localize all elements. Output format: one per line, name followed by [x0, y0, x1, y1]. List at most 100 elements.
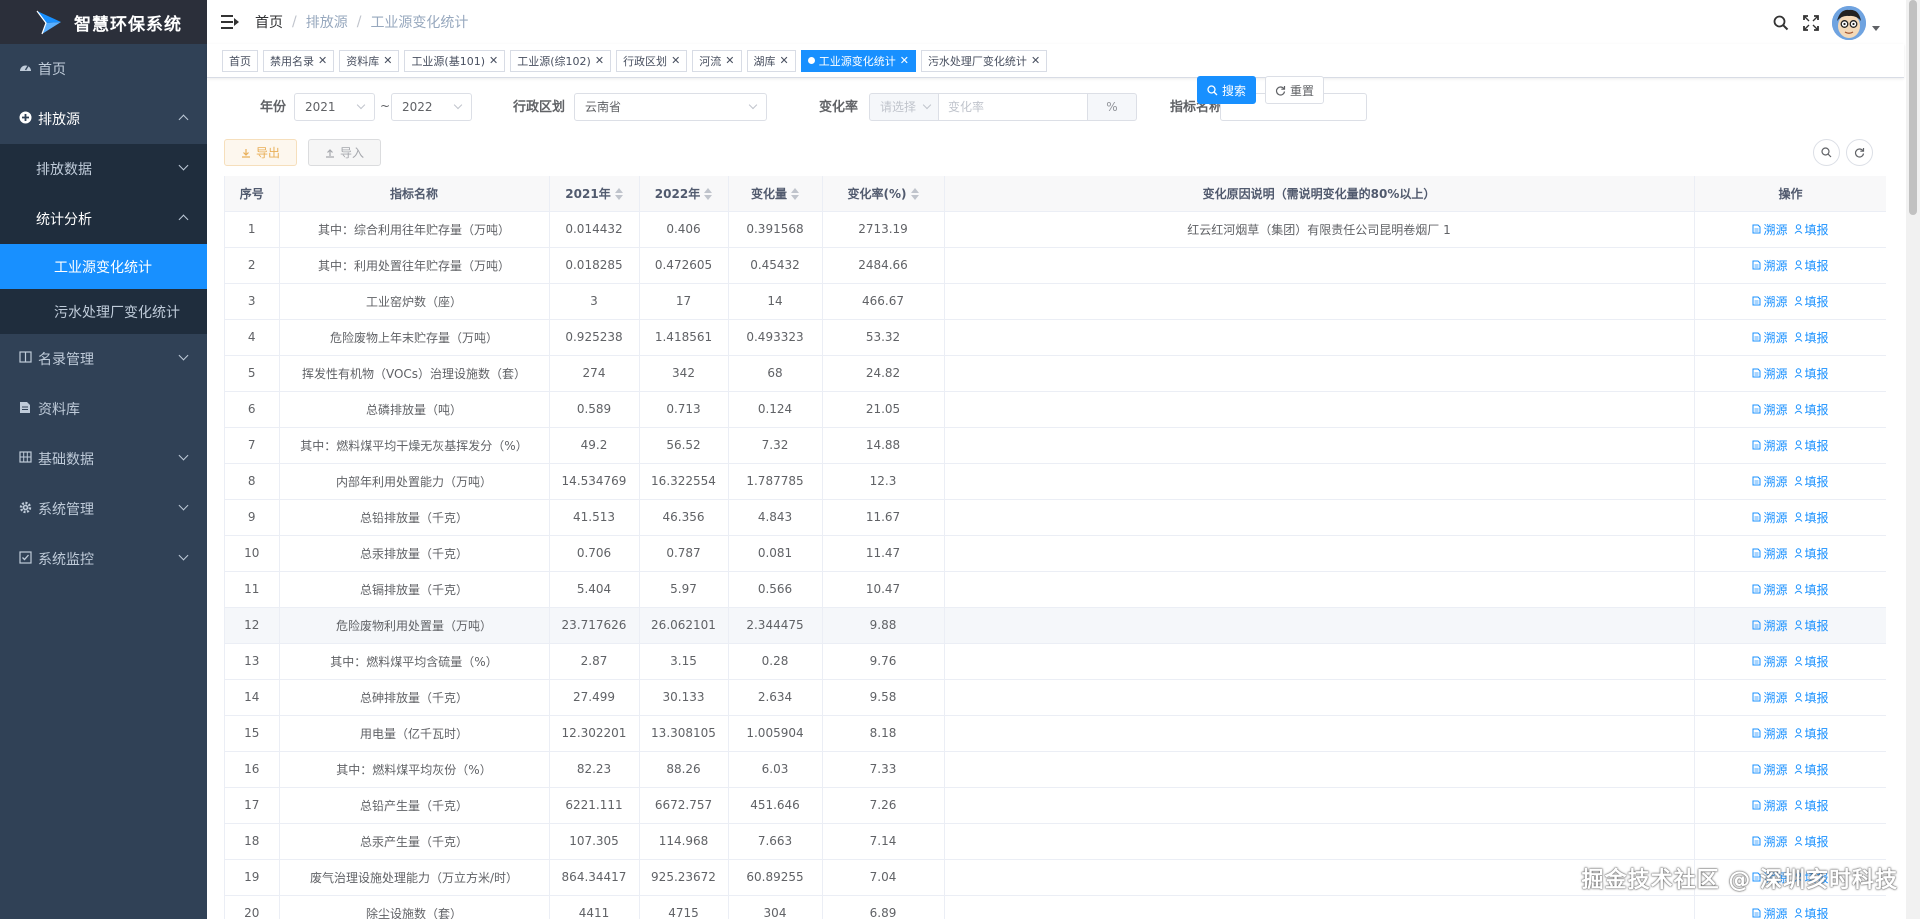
tag-disabled-directory[interactable]: 禁用名录 ✕	[263, 49, 335, 72]
trace-link[interactable]: 溯源	[1752, 691, 1788, 705]
avatar[interactable]	[1832, 6, 1866, 40]
fill-link[interactable]: 填报	[1794, 223, 1829, 237]
sidebar-item-emission-source[interactable]: 排放源	[0, 94, 207, 144]
tag-sewage-change[interactable]: 污水处理厂变化统计 ✕	[920, 49, 1048, 72]
trace-link[interactable]: 溯源	[1752, 799, 1788, 813]
fill-link[interactable]: 填报	[1794, 547, 1829, 561]
caret-down-icon[interactable]	[1872, 25, 1880, 31]
fill-link[interactable]: 填报	[1794, 439, 1829, 453]
trace-link[interactable]: 溯源	[1752, 439, 1788, 453]
reset-button-label: 重置	[1289, 83, 1314, 98]
column-header-2021[interactable]: 2021年	[549, 176, 640, 212]
close-icon[interactable]: ✕	[318, 54, 327, 67]
sidebar-item-home[interactable]: 首页	[0, 44, 207, 94]
trace-link[interactable]: 溯源	[1752, 835, 1788, 849]
search-button[interactable]: 搜索	[1197, 76, 1256, 104]
close-icon[interactable]: ✕	[780, 54, 789, 67]
toggle-search-button[interactable]	[1813, 139, 1840, 166]
sidebar-item-system-monitor[interactable]: 系统监控	[0, 534, 207, 584]
tag-library[interactable]: 资料库 ✕	[339, 49, 400, 72]
tag-industrial-101[interactable]: 工业源(基101) ✕	[404, 49, 506, 72]
tag-home[interactable]: 首页	[222, 49, 258, 72]
sort-icon[interactable]	[910, 188, 919, 201]
sidebar-item-system-admin[interactable]: 系统管理	[0, 484, 207, 534]
sidebar-item-sewage-change[interactable]: 污水处理厂变化统计	[0, 289, 207, 334]
tag-industrial-change[interactable]: 工业源变化统计 ✕	[800, 49, 916, 72]
sort-icon[interactable]	[704, 188, 713, 201]
fill-link[interactable]: 填报	[1794, 907, 1829, 919]
trace-link[interactable]: 溯源	[1752, 331, 1788, 345]
fill-link[interactable]: 填报	[1794, 583, 1829, 597]
region-select[interactable]: 云南省	[574, 93, 767, 121]
trace-link[interactable]: 溯源	[1752, 511, 1788, 525]
export-button[interactable]: 导出	[224, 139, 297, 166]
fill-link[interactable]: 填报	[1794, 763, 1829, 777]
year-to-select[interactable]: 2022	[391, 93, 472, 121]
trace-link[interactable]: 溯源	[1752, 583, 1788, 597]
breadcrumb-item-home[interactable]: 首页	[255, 12, 283, 32]
fill-link[interactable]: 填报	[1794, 259, 1829, 273]
close-icon[interactable]: ✕	[595, 54, 604, 67]
close-icon[interactable]: ✕	[725, 54, 734, 67]
fill-link[interactable]: 填报	[1794, 331, 1829, 345]
trace-link[interactable]: 溯源	[1752, 367, 1788, 381]
search-icon[interactable]	[1770, 12, 1792, 34]
trace-link[interactable]: 溯源	[1752, 907, 1788, 919]
refresh-button[interactable]	[1846, 139, 1873, 166]
sort-icon[interactable]	[614, 188, 623, 201]
sidebar-item-statistics[interactable]: 统计分析	[0, 194, 207, 244]
close-icon[interactable]: ✕	[383, 54, 392, 67]
tag-industrial-102[interactable]: 工业源(综102) ✕	[510, 49, 612, 72]
column-header-2022[interactable]: 2022年	[639, 176, 729, 212]
reset-button[interactable]: 重置	[1265, 76, 1324, 104]
trace-link[interactable]: 溯源	[1752, 223, 1788, 237]
fill-link[interactable]: 填报	[1794, 799, 1829, 813]
fill-link[interactable]: 填报	[1794, 655, 1829, 669]
year-from-select[interactable]: 2021	[294, 93, 375, 121]
sidebar-item-base-data[interactable]: 基础数据	[0, 434, 207, 484]
cell-actions: 溯源 填报	[1694, 427, 1886, 464]
fill-link[interactable]: 填报	[1794, 475, 1829, 489]
trace-link[interactable]: 溯源	[1752, 619, 1788, 633]
sidebar-item-industrial-change[interactable]: 工业源变化统计	[0, 244, 207, 289]
column-header-change[interactable]: 变化量	[728, 176, 823, 212]
sidebar-item-directory[interactable]: 名录管理	[0, 334, 207, 384]
fill-link[interactable]: 填报	[1794, 295, 1829, 309]
sort-icon[interactable]	[791, 188, 799, 201]
sidebar-item-library[interactable]: 资料库	[0, 384, 207, 434]
import-button[interactable]: 导入	[308, 139, 381, 166]
trace-link[interactable]: 溯源	[1752, 295, 1788, 309]
fill-link[interactable]: 填报	[1794, 835, 1829, 849]
fill-link[interactable]: 填报	[1794, 727, 1829, 741]
logo[interactable]: 智慧环保系统	[0, 0, 207, 44]
tag-river[interactable]: 河流 ✕	[692, 49, 742, 72]
tag-lake[interactable]: 湖库 ✕	[746, 49, 796, 72]
table-row: 1 其中：综合利用往年贮存量（万吨） 0.014432 0.406 0.391568 27…	[225, 211, 1886, 248]
fill-link[interactable]: 填报	[1794, 367, 1829, 381]
column-header-change-rate[interactable]: 变化率(%)	[822, 176, 945, 212]
scrollbar-thumb[interactable]	[1909, 0, 1917, 215]
trace-link[interactable]: 溯源	[1752, 403, 1788, 417]
fill-link[interactable]: 填报	[1794, 619, 1829, 633]
fill-link[interactable]: 填报	[1794, 691, 1829, 705]
trace-link[interactable]: 溯源	[1752, 259, 1788, 273]
cell-change-rate: 21.05	[822, 391, 945, 428]
close-icon[interactable]: ✕	[900, 54, 909, 67]
close-icon[interactable]: ✕	[489, 54, 498, 67]
tag-admin-division[interactable]: 行政区划 ✕	[616, 49, 688, 72]
hamburger-icon[interactable]	[221, 15, 239, 29]
sidebar-item-emission-data[interactable]: 排放数据	[0, 144, 207, 194]
close-icon[interactable]: ✕	[671, 54, 680, 67]
trace-link[interactable]: 溯源	[1752, 763, 1788, 777]
fill-link[interactable]: 填报	[1794, 403, 1829, 417]
trace-link[interactable]: 溯源	[1752, 655, 1788, 669]
fill-link[interactable]: 填报	[1794, 511, 1829, 525]
rate-input[interactable]: 变化率	[938, 93, 1088, 121]
trace-link[interactable]: 溯源	[1752, 547, 1788, 561]
trace-link[interactable]: 溯源	[1752, 727, 1788, 741]
fullscreen-icon[interactable]	[1800, 12, 1822, 34]
close-icon[interactable]: ✕	[1031, 54, 1040, 67]
trace-link[interactable]: 溯源	[1752, 475, 1788, 489]
vertical-scrollbar[interactable]	[1906, 0, 1920, 919]
rate-operator-select[interactable]: 请选择	[869, 93, 939, 121]
